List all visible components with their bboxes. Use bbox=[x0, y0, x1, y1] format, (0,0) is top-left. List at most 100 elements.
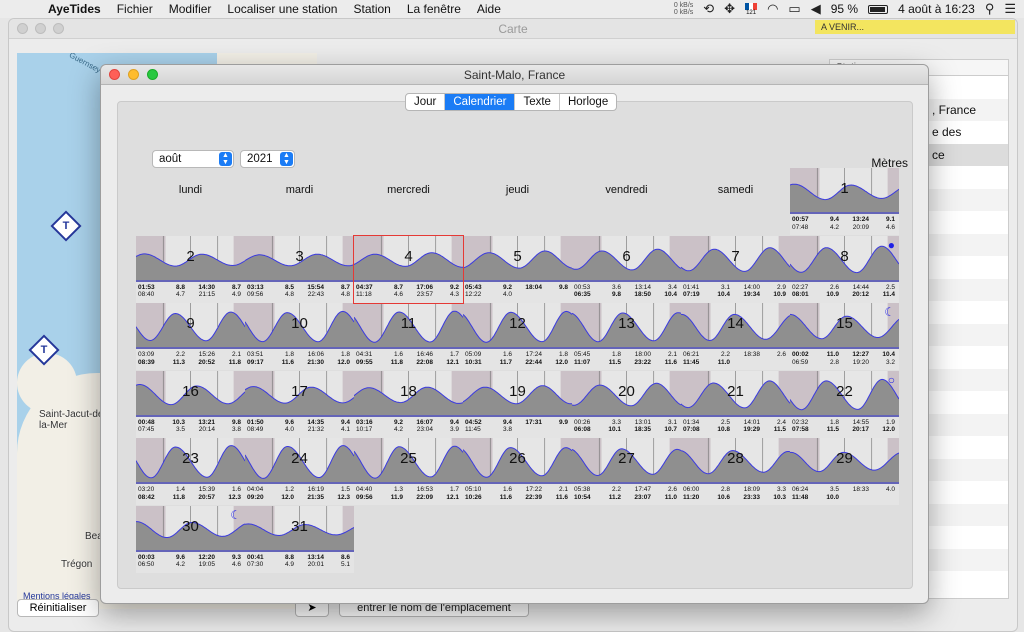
battery-icon[interactable] bbox=[868, 4, 889, 14]
tide-height: 1.8 bbox=[611, 351, 621, 358]
tab-calendrier[interactable]: Calendrier bbox=[445, 94, 516, 110]
calendar-day-cell[interactable]: 18 03:16 9.2 16:07 9.4 10:17 4.2 23:04 3.9 bbox=[354, 370, 463, 438]
tide-height: 9.2 bbox=[393, 418, 403, 426]
menu-fenetre[interactable]: La fenêtre bbox=[399, 2, 469, 16]
tide-time: 00:02 bbox=[792, 351, 809, 358]
calendar-day-cell[interactable]: 12 05:09 1.6 17:24 1.8 10:31 11.7 22:44 12.0 bbox=[463, 303, 572, 370]
tide-time: 01:50 bbox=[247, 418, 264, 426]
reset-button[interactable]: Réinitialiser bbox=[17, 599, 99, 617]
tide-height: 10.4 bbox=[882, 351, 895, 358]
wifi-icon[interactable]: ◠ bbox=[767, 1, 778, 17]
tide-height: 9.4 bbox=[449, 418, 459, 426]
net-up: 0 kB/s bbox=[673, 2, 694, 9]
month-select[interactable]: août ▲ ▼ bbox=[152, 150, 234, 168]
tide-time: 07:19 bbox=[683, 291, 700, 298]
calendar-day-cell[interactable]: 21 01:34 2.5 14:01 2.4 07:08 10.8 19:29 11.5 bbox=[681, 370, 790, 438]
calendar-day-cell[interactable]: 26 05:10 1.6 17:22 2.1 10:26 11.6 22:39 11.6 bbox=[463, 438, 572, 505]
calendar-day-cell[interactable]: 24 04:04 1.2 16:19 1.5 09:20 12.0 21:35 12.3 bbox=[245, 438, 354, 505]
day-number: 28 bbox=[727, 450, 744, 467]
tide-time: 16:53 bbox=[416, 486, 433, 493]
menu-fichier[interactable]: Fichier bbox=[109, 2, 161, 16]
calendar-day-cell[interactable]: 29 06:24 3.5 18:33 4.0 11:48 10.0 bbox=[790, 438, 899, 505]
tide-height: 1.7 bbox=[449, 351, 459, 358]
menu-aide[interactable]: Aide bbox=[469, 2, 509, 16]
tide-extremes-table: 01:41 3.1 14:00 2.9 07:19 10.4 19:34 10.9 bbox=[681, 281, 790, 303]
time-machine-icon[interactable]: ⟲ bbox=[703, 1, 714, 17]
minimize-button[interactable] bbox=[128, 69, 139, 80]
airplay-icon[interactable]: ▭ bbox=[788, 1, 800, 17]
tide-time: 10:54 bbox=[574, 493, 591, 501]
tide-time: 21:30 bbox=[307, 358, 324, 366]
year-select[interactable]: 2021 ▲ ▼ bbox=[240, 150, 295, 168]
day-number: 8 bbox=[840, 247, 849, 265]
tide-time: 20:12 bbox=[852, 291, 869, 298]
day-number: 20 bbox=[618, 382, 635, 400]
tide-extremes-table: 00:02 11.0 12:27 10.4 06:59 2.8 19:20 3.2 bbox=[790, 349, 899, 370]
menu-localiser[interactable]: Localiser une station bbox=[219, 2, 345, 16]
search-icon[interactable]: ⚲ bbox=[985, 1, 995, 17]
tide-time: 04:04 bbox=[247, 486, 264, 493]
tide-height: 11.5 bbox=[826, 426, 839, 433]
tide-time: 05:43 bbox=[465, 283, 482, 291]
day-number: 21 bbox=[727, 382, 744, 400]
tide-time: 11:48 bbox=[792, 493, 809, 501]
menu-bar: AyeTides Fichier Modifier Localiser une … bbox=[0, 0, 1024, 18]
calendar-day-cell[interactable]: 27 05:38 2.2 17:47 2.6 10:54 11.2 23:07 11.0 bbox=[572, 438, 681, 505]
tide-time: 19:05 bbox=[198, 561, 215, 568]
close-button[interactable] bbox=[109, 69, 120, 80]
control-center-icon[interactable]: ☰ bbox=[1004, 1, 1016, 17]
tide-height: 11.3 bbox=[172, 358, 185, 366]
zoom-button[interactable] bbox=[147, 69, 158, 80]
day-number: 26 bbox=[509, 450, 526, 467]
calendar-day-cell[interactable]: 14 06:21 2.2 18:38 2.6 11:45 11.0 bbox=[681, 303, 790, 370]
menu-station[interactable]: Station bbox=[345, 2, 398, 16]
move-icon[interactable]: ✥ bbox=[724, 1, 735, 17]
tide-time: 18:50 bbox=[634, 291, 651, 298]
calendar-day-cell[interactable]: 17 01:50 9.6 14:35 9.4 08:49 4.0 21:32 4.1 bbox=[245, 370, 354, 438]
calendar-day-cell[interactable]: 2 01:53 8.8 14:30 8.7 08:40 4.7 21:15 4.9 bbox=[136, 235, 245, 303]
menu-clock[interactable]: 4 août à 16:23 bbox=[898, 2, 975, 16]
day-number: 22 bbox=[836, 382, 853, 400]
tide-time: 13:14 bbox=[307, 553, 324, 561]
menu-modifier[interactable]: Modifier bbox=[161, 2, 220, 16]
calendar-day-cell[interactable]: 28 06:00 2.8 18:09 3.3 11:20 10.6 23:33 10.3 bbox=[681, 438, 790, 505]
day-number: 1 bbox=[840, 180, 849, 197]
calendar-day-cell[interactable]: ☾ 30 00:03 9.6 12:20 9.3 06:50 4.2 19:05 4.6 bbox=[136, 505, 245, 573]
calendar-day-cell[interactable]: 20 00:26 3.3 13:01 3.1 06:08 10.1 18:35 10.7 bbox=[572, 370, 681, 438]
tab-jour[interactable]: Jour bbox=[406, 94, 446, 110]
tide-height: 10.4 bbox=[664, 291, 677, 298]
calendar-day-cell[interactable]: ○ 22 02:32 1.8 14:55 1.9 07:58 11.5 20:17 12.0 bbox=[790, 370, 899, 438]
calendar-day-cell[interactable]: 5 05:43 9.2 18:04 9.8 12:22 4.0 bbox=[463, 235, 572, 303]
calendar-day-cell[interactable]: 11 04:31 1.6 16:46 1.7 09:55 11.8 22:08 12.1 bbox=[354, 303, 463, 370]
tide-time: 07:45 bbox=[138, 426, 155, 433]
calendar-day-cell[interactable]: ☾ 15 00:02 11.0 12:27 10.4 06:59 2.8 19:20 3.2 bbox=[790, 303, 899, 370]
menu-app-name[interactable]: AyeTides bbox=[40, 2, 109, 16]
calendar-day-cell[interactable]: 7 01:41 3.1 14:00 2.9 07:19 10.4 19:34 10.9 bbox=[681, 235, 790, 303]
popup-arrows-icon: ▲ ▼ bbox=[219, 152, 232, 166]
calendar-day-cell[interactable]: 25 04:40 1.3 16:53 1.7 09:56 11.9 22:09 12.1 bbox=[354, 438, 463, 505]
calendar-day-cell[interactable]: 3 03:13 8.5 15:54 8.7 09:56 4.8 22:43 4.8 bbox=[245, 235, 354, 303]
tab-horloge[interactable]: Horloge bbox=[560, 94, 616, 110]
calendar-day-cell[interactable]: ● 8 02:27 2.6 14:44 2.5 08:01 10.9 20:12 11.4 bbox=[790, 235, 899, 303]
calendar-day-cell[interactable]: 31 00:41 8.8 13:14 8.6 07:30 4.9 20:01 5.1 bbox=[245, 505, 354, 573]
tide-station-marker[interactable]: T bbox=[50, 210, 82, 242]
tab-texte[interactable]: Texte bbox=[515, 94, 560, 110]
calendar-day-cell[interactable]: 6 00:53 3.6 13:14 3.4 06:35 9.8 18:50 10.4 bbox=[572, 235, 681, 303]
calendar-day-cell[interactable]: 13 05:45 1.8 18:00 2.1 11:07 11.5 23:22 11.6 bbox=[572, 303, 681, 370]
input-source-flag-icon[interactable]: 121 bbox=[745, 2, 758, 16]
tide-time: 19:20 bbox=[852, 358, 869, 366]
calendar-day-cell[interactable]: 1 00:57 9.4 13:24 9.1 07:48 4.2 20:09 4.6 bbox=[790, 168, 899, 235]
tide-time: 01:53 bbox=[138, 283, 155, 291]
calendar-day-cell[interactable]: 9 03:09 2.2 15:26 2.1 08:39 11.3 20:52 11.8 bbox=[136, 303, 245, 370]
tide-height: 1.6 bbox=[231, 486, 241, 493]
calendar-day-cell[interactable]: 16 00:48 10.3 13:21 9.8 07:45 3.5 20:14 3.8 bbox=[136, 370, 245, 438]
calendar-day-cell[interactable]: 10 03:51 1.8 16:06 1.8 09:17 11.6 21:30 12.0 bbox=[245, 303, 354, 370]
calendar-day-cell[interactable]: 19 04:52 9.4 17:31 9.9 11:45 3.8 bbox=[463, 370, 572, 438]
tide-time: 23:04 bbox=[416, 426, 433, 433]
calendar-day-cell[interactable]: 4 04:37 8.7 17:06 9.2 11:18 4.6 23:57 4.3 bbox=[353, 234, 464, 304]
weekday-lundi: lundi bbox=[178, 184, 203, 196]
tide-height: 9.6 bbox=[175, 553, 185, 561]
calendar-day-cell[interactable]: 23 03:20 1.4 15:39 1.6 08:42 11.8 20:57 12.3 bbox=[136, 438, 245, 505]
tide-height: 11.6 bbox=[555, 493, 568, 501]
volume-icon[interactable]: ◀ bbox=[811, 1, 821, 17]
